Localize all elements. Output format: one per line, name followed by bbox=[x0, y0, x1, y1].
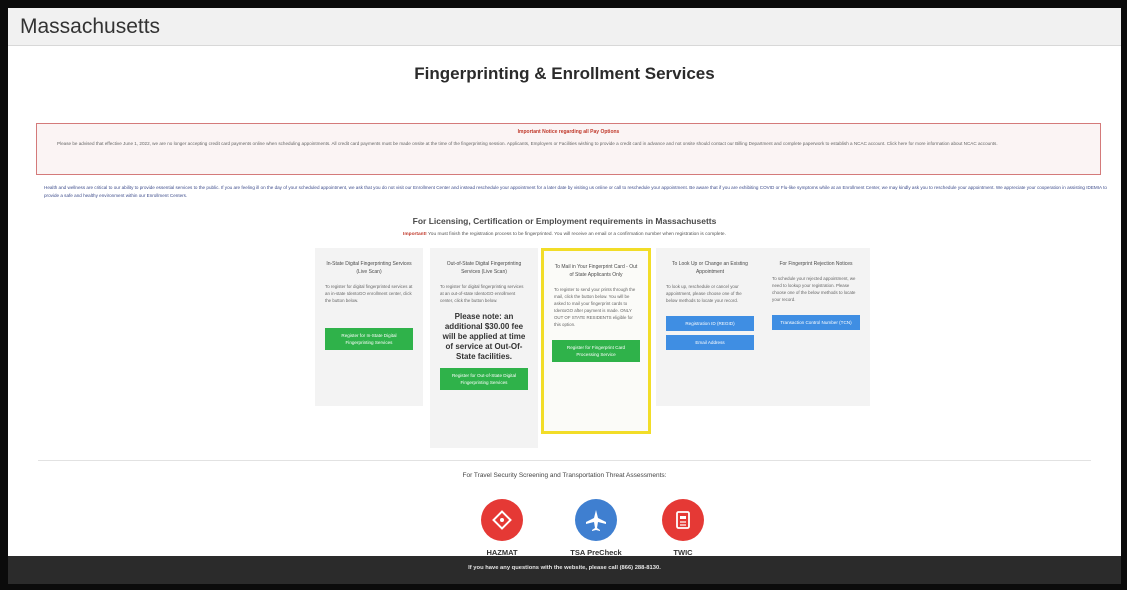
section-divider bbox=[38, 460, 1091, 461]
card-lookup-appointment: To Look Up or Change an Existing Appoint… bbox=[656, 248, 764, 406]
twic-link[interactable] bbox=[662, 499, 704, 541]
tsa-precheck-link[interactable] bbox=[575, 499, 617, 541]
card-in-state: In-State Digital Fingerprinting Services… bbox=[315, 248, 423, 406]
page-title: Fingerprinting & Enrollment Services bbox=[414, 64, 715, 83]
register-in-state-button[interactable]: Register for In-State Digital Fingerprin… bbox=[325, 328, 413, 350]
card-description: To look up, reschedule or cancel your ap… bbox=[666, 284, 742, 303]
card-mail-fingerprint: To Mail in Your Fingerprint Card - Out o… bbox=[541, 248, 651, 434]
card-title: For Fingerprint Rejection Notices bbox=[779, 261, 853, 267]
card-title: To Mail in Your Fingerprint Card - Out o… bbox=[554, 264, 638, 278]
state-header: Massachusetts bbox=[8, 8, 1121, 46]
register-card-processing-button[interactable]: Register for Fingerprint Card Processing… bbox=[552, 340, 640, 362]
health-notice: Health and wellness are critical to our … bbox=[44, 185, 1107, 198]
airplane-icon bbox=[586, 510, 606, 531]
lookup-email-button[interactable]: Email Address bbox=[666, 335, 754, 350]
notice-body: Please be advised that effective June 1,… bbox=[57, 141, 998, 146]
important-line: Important! You must finish the registrat… bbox=[8, 232, 1121, 237]
card-out-of-state: Out-of-State Digital Fingerprinting Serv… bbox=[430, 248, 538, 448]
notice-heading: Important Notice regarding all Pay Optio… bbox=[517, 129, 620, 135]
tcn-lookup-button[interactable]: Transaction Control Number (TCN) bbox=[772, 315, 860, 330]
card-description: To register for digital fingerprinted se… bbox=[325, 284, 413, 303]
footer-text: If you have any questions with the websi… bbox=[468, 565, 661, 571]
card-title: In-State Digital Fingerprinting Services… bbox=[326, 261, 412, 275]
hazmat-link[interactable] bbox=[481, 499, 523, 541]
card-description: To register to send your prints through … bbox=[554, 287, 636, 327]
important-label: Important! bbox=[403, 232, 427, 237]
travel-heading: For Travel Security Screening and Transp… bbox=[462, 472, 667, 479]
browser-frame: Massachusetts Fingerprinting & Enrollmen… bbox=[0, 0, 1127, 590]
twic-card-icon bbox=[676, 511, 690, 529]
state-title: Massachusetts bbox=[20, 15, 161, 38]
card-rejection-notices: For Fingerprint Rejection Notices To sch… bbox=[762, 248, 870, 406]
card-description: To register for digital fingerprinting s… bbox=[440, 284, 524, 303]
fee-note: Please note: an additional $30.00 fee wi… bbox=[442, 312, 526, 361]
card-title: Out-of-State Digital Fingerprinting Serv… bbox=[446, 261, 522, 275]
pay-options-notice: Important Notice regarding all Pay Optio… bbox=[36, 123, 1101, 175]
licensing-heading: For Licensing, Certification or Employme… bbox=[412, 216, 717, 226]
lookup-regid-button[interactable]: Registration ID (REGID) bbox=[666, 316, 754, 331]
footer: If you have any questions with the websi… bbox=[8, 556, 1121, 584]
register-out-of-state-button[interactable]: Register for Out-of-State Digital Finger… bbox=[440, 368, 528, 390]
card-title: To Look Up or Change an Existing Appoint… bbox=[672, 261, 748, 275]
hazmat-icon bbox=[492, 510, 512, 530]
card-description: To schedule your rejected appointment, w… bbox=[772, 276, 856, 302]
important-text: You must finish the registration process… bbox=[428, 232, 726, 237]
